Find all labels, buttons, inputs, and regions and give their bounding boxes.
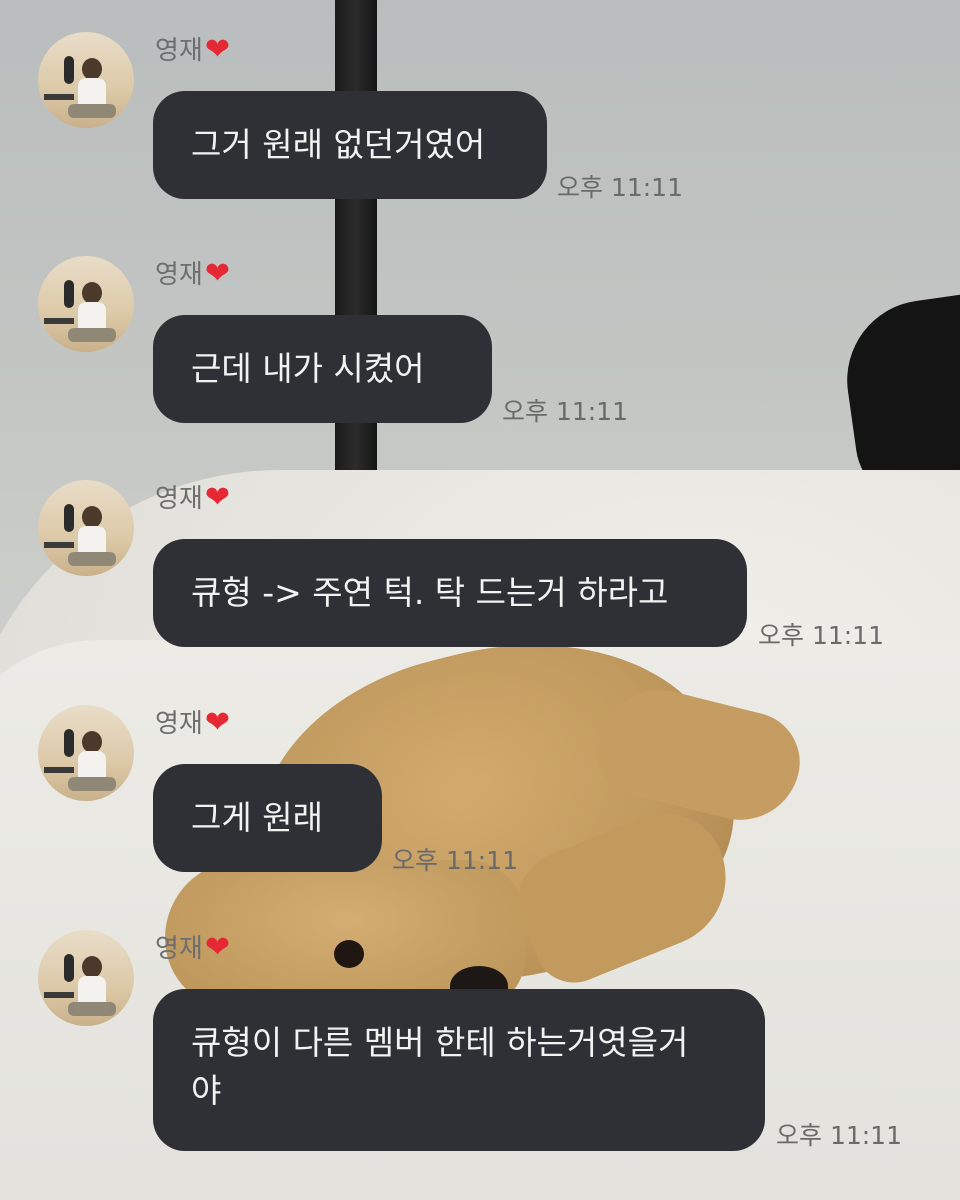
message-timestamp: 오후 11:11 <box>502 397 628 426</box>
red-heart-icon: ❤ <box>204 32 230 67</box>
black-pole <box>335 0 377 540</box>
sender-name: 영재❤ <box>155 705 230 740</box>
sender-name: 영재❤ <box>155 480 230 515</box>
avatar[interactable] <box>38 32 134 128</box>
message-timestamp: 오후 11:11 <box>392 846 518 875</box>
sender-name: 영재❤ <box>155 930 230 965</box>
message-text: 근데 내가 시켰어 <box>191 349 425 388</box>
message-text: 큐형이 다른 멤버 한테 하는거엿을거 야 <box>191 1023 689 1110</box>
red-heart-icon: ❤ <box>204 705 230 740</box>
message-timestamp: 오후 11:11 <box>758 621 884 650</box>
avatar[interactable] <box>38 256 134 352</box>
avatar[interactable] <box>38 705 134 801</box>
message-bubble[interactable]: 근데 내가 시켰어 <box>153 315 492 423</box>
message-text: 큐형 -> 주연 턱. 탁 드는거 하라고 <box>191 573 669 612</box>
message-bubble[interactable]: 그거 원래 없던거였어 <box>153 91 547 199</box>
sender-name: 영재❤ <box>155 32 230 67</box>
message-bubble[interactable]: 큐형 -> 주연 턱. 탁 드는거 하라고 <box>153 539 747 647</box>
red-heart-icon: ❤ <box>204 480 230 515</box>
message-bubble[interactable]: 그게 원래 <box>153 764 382 872</box>
message-text: 그거 원래 없던거였어 <box>191 125 486 164</box>
message-timestamp: 오후 11:11 <box>776 1121 902 1150</box>
avatar[interactable] <box>38 480 134 576</box>
plush-dog-eye <box>334 940 364 968</box>
message-text: 그게 원래 <box>191 798 323 837</box>
red-heart-icon: ❤ <box>204 930 230 965</box>
sender-name: 영재❤ <box>155 256 230 291</box>
message-bubble[interactable]: 큐형이 다른 멤버 한테 하는거엿을거 야 <box>153 989 765 1151</box>
avatar[interactable] <box>38 930 134 1026</box>
message-timestamp: 오후 11:11 <box>557 173 683 202</box>
red-heart-icon: ❤ <box>204 256 230 291</box>
